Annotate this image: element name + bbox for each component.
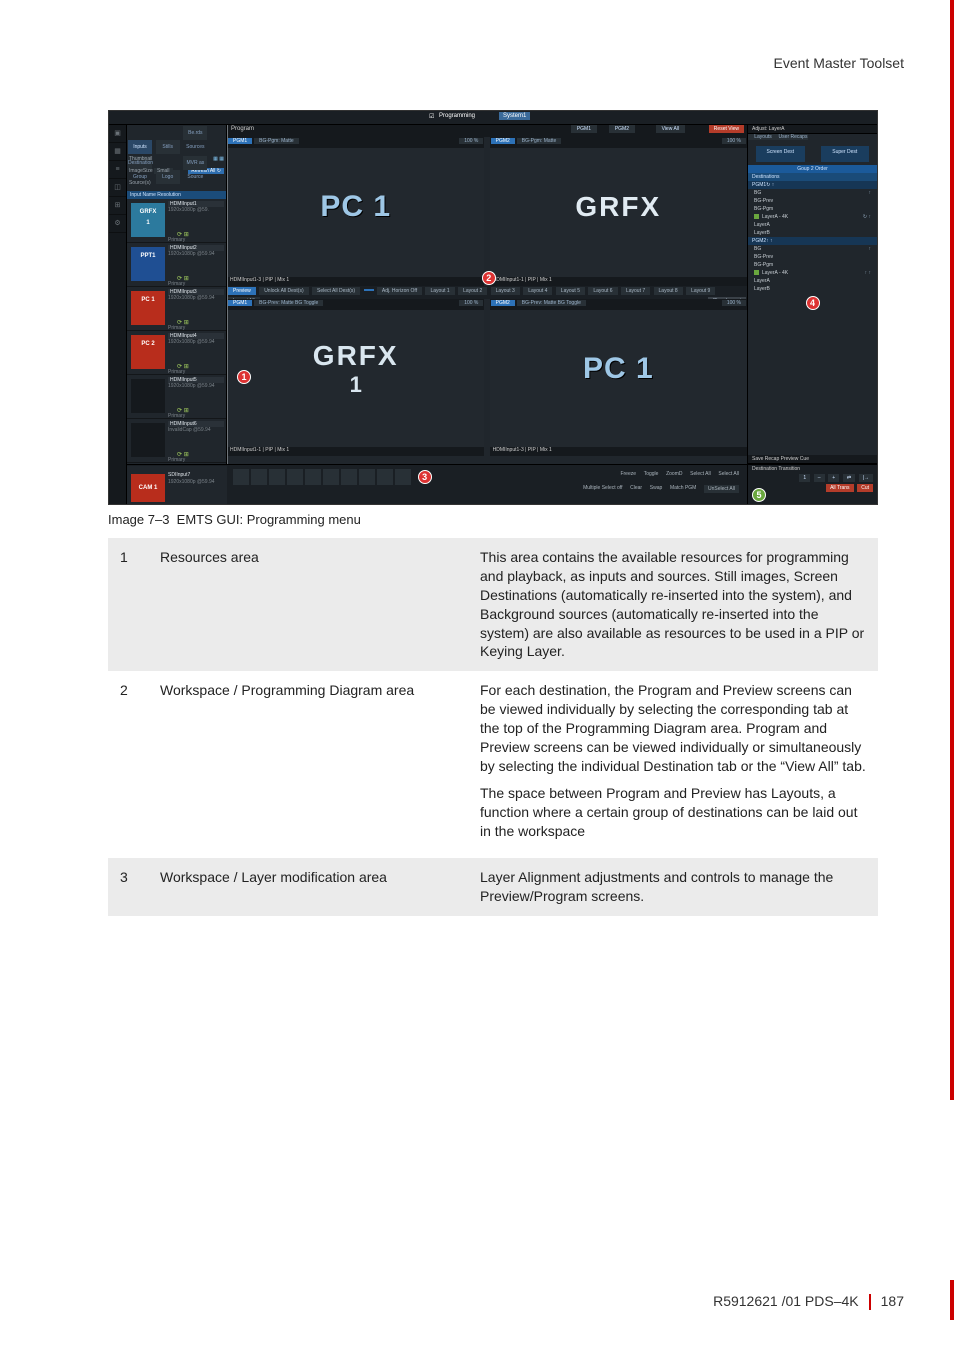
all-trans-button[interactable]: All Trans — [826, 484, 853, 492]
layout-row: Preview Unlock All Dest(s) Select All De… — [227, 286, 747, 299]
rail-icon[interactable]: ▣ — [109, 125, 126, 143]
rail-icon[interactable]: ▦ — [109, 143, 126, 161]
resources-panel: Inputs Stills Be.rds Sources Destination… — [127, 125, 227, 464]
marker-3: 3 — [418, 470, 432, 484]
tab-stills[interactable]: Stills — [156, 140, 180, 154]
workspace: Program PGM1 PGM2 View All Reset View PG… — [227, 125, 747, 464]
marker-1: 1 — [237, 370, 251, 384]
cut-button[interactable]: Cut — [857, 484, 873, 492]
figure-caption: Image 7–3 EMTS GUI: Programming menu — [108, 512, 361, 527]
adjust-panel: Adjust: LayerA LayoutsUser Recaps Screen… — [747, 125, 877, 464]
screenshot: ☑ Programming System1 ▣ ▦ ≡ ◫ ⊞ ⚙ Inputs… — [108, 110, 878, 505]
table-row: 1 Resources area This area contains the … — [108, 538, 878, 671]
rail-icon[interactable]: ⊞ — [109, 197, 126, 215]
left-rail: ▣ ▦ ≡ ◫ ⊞ ⚙ — [109, 125, 127, 504]
table-row: 3 Workspace / Layer modification area La… — [108, 858, 878, 916]
table-row: 2 Workspace / Programming Diagram area F… — [108, 671, 878, 858]
tab-bg[interactable]: Be.rds Sources — [183, 126, 207, 140]
marker-4: 4 — [806, 296, 820, 310]
app-titlebar: ☑ Programming System1 — [109, 111, 877, 125]
tab-inputs[interactable]: Inputs — [128, 140, 152, 154]
reset-view-button[interactable]: Reset View — [709, 125, 744, 133]
page-header: Event Master Toolset — [774, 55, 904, 71]
description-table: 1 Resources area This area contains the … — [108, 538, 878, 916]
bottom-bar: CAM 1 SDIInput7 1920x1080p @59.94 3 Free… — [127, 464, 747, 504]
rail-icon[interactable]: ◫ — [109, 179, 126, 197]
marker-2: 2 — [482, 271, 496, 285]
rail-icon[interactable]: ≡ — [109, 161, 126, 179]
title-programming: Programming — [439, 113, 475, 119]
rail-icon[interactable]: ⚙ — [109, 215, 126, 233]
title-system[interactable]: System1 — [499, 112, 530, 120]
page-footer: R5912621 /01 PDS–4K187 — [713, 1293, 904, 1310]
marker-5: 5 — [752, 488, 766, 502]
tab-mvr[interactable]: MVR as Source — [183, 156, 207, 170]
bottom-right-bar: Destination Transition 1 – + ⇄ |→ All Tr… — [747, 464, 877, 504]
